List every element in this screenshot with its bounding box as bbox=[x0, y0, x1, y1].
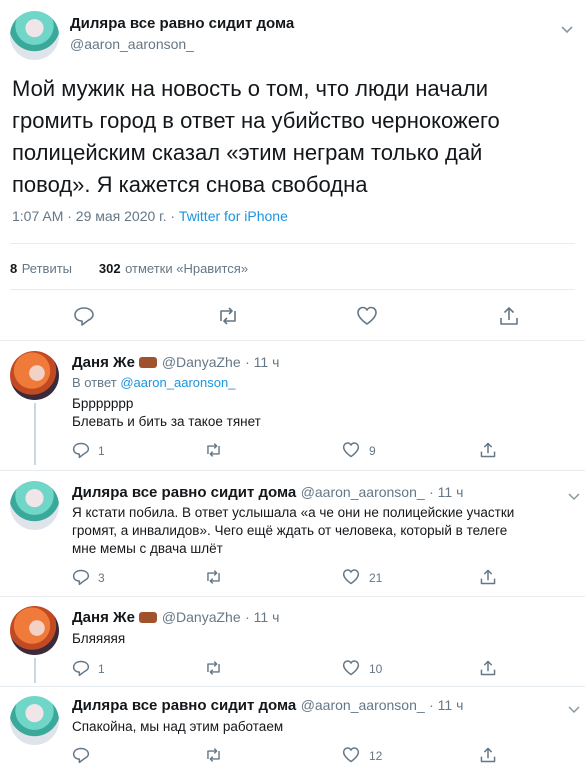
reply-text: Бррррррр Блевать и бить за такое тянет bbox=[72, 395, 261, 431]
author-handle[interactable]: @aaron_aaronson_ bbox=[70, 36, 194, 52]
divider bbox=[10, 289, 575, 290]
tweet-timestamp[interactable]: 1:07 AM · 29 мая 2020 г. · Twitter for i… bbox=[12, 208, 288, 224]
reply-time[interactable]: · 11 ч bbox=[429, 697, 463, 713]
reply-icon[interactable] bbox=[72, 659, 90, 677]
reply-text: Бляяяяя bbox=[72, 630, 125, 648]
heart-icon[interactable] bbox=[342, 746, 360, 764]
retweets-count[interactable]: 8 bbox=[10, 261, 17, 276]
retweet-icon[interactable] bbox=[204, 746, 223, 764]
reply-text-line: Бляяяяя bbox=[72, 631, 126, 646]
reply-author-name[interactable]: Диляра все равно сидит дома bbox=[72, 484, 296, 501]
like-count: 21 bbox=[369, 571, 383, 585]
replying-to: В ответ @aaron_aaronson_ bbox=[72, 375, 235, 390]
reply-time[interactable]: · 11 ч bbox=[429, 484, 463, 500]
reply-avatar[interactable] bbox=[10, 696, 59, 745]
thread-line bbox=[34, 403, 36, 465]
more-options-icon[interactable] bbox=[568, 701, 580, 719]
replying-to-handle[interactable]: @aaron_aaronson_ bbox=[120, 375, 235, 390]
reply-author-handle[interactable]: @aaron_aaronson_ bbox=[301, 697, 425, 713]
reply-author-name[interactable]: Даня Же bbox=[72, 354, 135, 371]
reply-avatar[interactable] bbox=[10, 481, 59, 530]
share-icon[interactable] bbox=[498, 305, 520, 327]
reply-author-handle[interactable]: @aaron_aaronson_ bbox=[301, 484, 425, 500]
share-icon[interactable] bbox=[479, 441, 497, 459]
heart-icon[interactable] bbox=[342, 568, 360, 586]
reply-author-name[interactable]: Диляра все равно сидит дома bbox=[72, 697, 296, 714]
divider bbox=[0, 596, 585, 597]
reply-icon[interactable] bbox=[73, 305, 95, 327]
divider bbox=[0, 686, 585, 687]
reply-header: Диляра все равно сидит дома @aaron_aaron… bbox=[72, 697, 463, 715]
author-name[interactable]: Диляра все равно сидит дома bbox=[70, 15, 294, 32]
share-icon[interactable] bbox=[479, 746, 497, 764]
reply-icon[interactable] bbox=[72, 568, 90, 586]
like-count: 9 bbox=[369, 444, 376, 458]
cow-emoji-icon bbox=[139, 357, 158, 369]
cow-emoji-icon bbox=[139, 612, 158, 624]
share-icon[interactable] bbox=[479, 659, 497, 677]
retweets-label[interactable]: Ретвиты bbox=[22, 261, 72, 276]
retweet-icon[interactable] bbox=[216, 305, 240, 327]
reply-text-line: Бррррррр bbox=[72, 396, 134, 411]
tweet-text-line: Мой мужик на новость о том, что люди нач… bbox=[12, 76, 488, 101]
reply-text-line: Блевать и бить за такое тянет bbox=[72, 414, 261, 429]
retweet-icon[interactable] bbox=[204, 568, 223, 586]
reply-text-line: громят, а инвалидов». Чего ещё ждать от … bbox=[72, 523, 508, 538]
tweet-text: Мой мужик на новость о том, что люди нач… bbox=[12, 73, 577, 201]
author-avatar[interactable] bbox=[10, 11, 59, 60]
reply-count: 3 bbox=[98, 571, 105, 585]
divider bbox=[0, 340, 585, 341]
likes-label[interactable]: отметки «Нравится» bbox=[125, 261, 248, 276]
heart-icon[interactable] bbox=[342, 659, 360, 677]
reply-text: Я кстати побила. В ответ услышала «а че … bbox=[72, 504, 577, 558]
reply-author-name[interactable]: Даня Же bbox=[72, 609, 135, 626]
replying-to-prefix: В ответ bbox=[72, 375, 121, 390]
reply-count: 1 bbox=[98, 444, 105, 458]
tweet-text-line: полицейским сказал «этим неграм только д… bbox=[12, 140, 483, 165]
retweet-icon[interactable] bbox=[204, 659, 223, 677]
reply-text-line: Я кстати побила. В ответ услышала «а че … bbox=[72, 505, 515, 520]
like-count: 12 bbox=[369, 749, 383, 763]
heart-icon[interactable] bbox=[356, 305, 378, 327]
share-icon[interactable] bbox=[479, 568, 497, 586]
reply-text-line: мне мемы с двача шлёт bbox=[72, 541, 223, 556]
tweet-source[interactable]: Twitter for iPhone bbox=[179, 208, 288, 224]
reply-author-handle[interactable]: @DanyaZhe bbox=[162, 354, 241, 370]
reply-header: Даня Же @DanyaZhe · 11 ч bbox=[72, 609, 279, 627]
tweet-time[interactable]: 1:07 AM · 29 мая 2020 г. · bbox=[12, 208, 179, 224]
reply-avatar[interactable] bbox=[10, 351, 59, 400]
tweet-stats: 8 Ретвиты 302 отметки «Нравится» bbox=[10, 260, 248, 278]
reply-count: 1 bbox=[98, 662, 105, 676]
divider bbox=[0, 470, 585, 471]
reply-icon[interactable] bbox=[72, 441, 90, 459]
heart-icon[interactable] bbox=[342, 441, 360, 459]
reply-icon[interactable] bbox=[72, 746, 90, 764]
tweet-text-line: повод». Я кажется снова свободна bbox=[12, 172, 368, 197]
tweet-text-line: громить город в ответ на убийство чернок… bbox=[12, 108, 500, 133]
likes-count[interactable]: 302 bbox=[99, 261, 121, 276]
reply-time[interactable]: · 11 ч bbox=[245, 609, 279, 625]
more-options-icon[interactable] bbox=[560, 22, 574, 40]
divider bbox=[10, 243, 575, 244]
reply-time[interactable]: · 11 ч bbox=[245, 354, 279, 370]
like-count: 10 bbox=[369, 662, 383, 676]
reply-header: Диляра все равно сидит дома @aaron_aaron… bbox=[72, 484, 463, 502]
reply-avatar[interactable] bbox=[10, 606, 59, 655]
reply-text-line: Спакойна, мы над этим работаем bbox=[72, 719, 284, 734]
thread-line bbox=[34, 658, 36, 683]
reply-text: Спакойна, мы над этим работаем bbox=[72, 718, 283, 736]
reply-header: Даня Же @DanyaZhe · 11 ч bbox=[72, 354, 279, 372]
reply-author-handle[interactable]: @DanyaZhe bbox=[162, 609, 241, 625]
retweet-icon[interactable] bbox=[204, 441, 223, 459]
